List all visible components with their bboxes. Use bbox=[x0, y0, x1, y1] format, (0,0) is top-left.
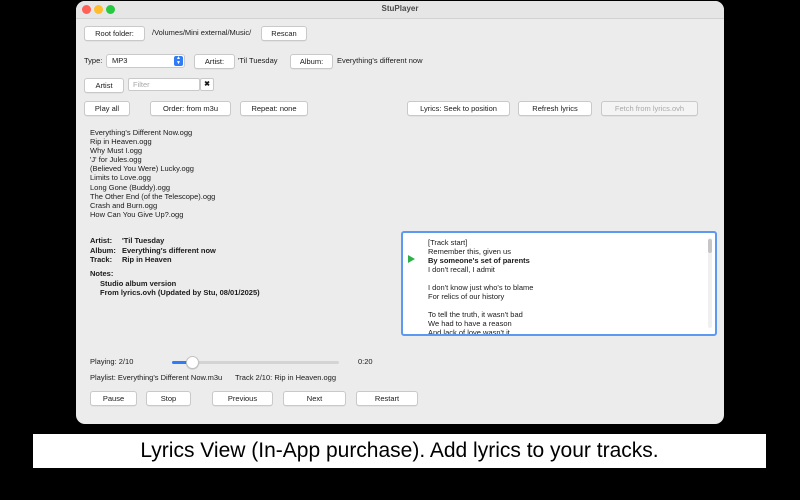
clear-filter-icon[interactable]: ✖ bbox=[200, 78, 214, 91]
lyrics-line[interactable]: I don't know just who's to blame bbox=[428, 283, 533, 292]
up-down-arrows-icon: ▲ ▼ bbox=[174, 56, 183, 66]
app-window: StuPlayer Root folder: /Volumes/Mini ext… bbox=[76, 1, 724, 424]
root-folder-button[interactable]: Root folder: bbox=[84, 26, 145, 41]
lyrics-line[interactable]: And lack of love wasn't it bbox=[428, 328, 533, 334]
info-note-line: From lyrics.ovh (Updated by Stu, 08/01/2… bbox=[100, 288, 260, 297]
title-bar: StuPlayer bbox=[76, 1, 724, 19]
position-slider-knob[interactable] bbox=[186, 356, 200, 369]
info-artist-value: 'Til Tuesday bbox=[122, 236, 165, 245]
repeat-button[interactable]: Repeat: none bbox=[240, 101, 308, 116]
elapsed-time: 0:20 bbox=[358, 357, 373, 366]
lyrics-line[interactable]: To tell the truth, it wasn't bad bbox=[428, 310, 533, 319]
play-all-button[interactable]: Play all bbox=[84, 101, 130, 116]
current-line-play-icon bbox=[408, 255, 415, 263]
selected-album: Everything's different now bbox=[337, 56, 423, 65]
lyrics-line[interactable]: I don't recall, I admit bbox=[428, 265, 533, 274]
filter-mode-artist-button[interactable]: Artist bbox=[84, 78, 124, 93]
lyrics-line[interactable]: Remember this, given us bbox=[428, 247, 533, 256]
playlist-status: Playlist: Everything's Different Now.m3u bbox=[90, 373, 223, 382]
list-item[interactable]: (Believed You Were) Lucky.ogg bbox=[90, 164, 215, 173]
type-select-value: MP3 bbox=[112, 56, 128, 65]
list-item[interactable]: How Can You Give Up?.ogg bbox=[90, 210, 215, 219]
track-status: Track 2/10: Rip in Heaven.ogg bbox=[235, 373, 337, 382]
previous-button[interactable]: Previous bbox=[212, 391, 273, 406]
playing-status: Playing: 2/10 bbox=[90, 357, 134, 366]
lyrics-mode-button[interactable]: Lyrics: Seek to position bbox=[407, 101, 510, 116]
info-notes-label: Notes: bbox=[90, 269, 114, 278]
stop-button[interactable]: Stop bbox=[146, 391, 191, 406]
type-select[interactable]: MP3 ▲ ▼ bbox=[106, 54, 185, 68]
list-item[interactable]: Long Gone (Buddy).ogg bbox=[90, 183, 215, 192]
root-folder-path: /Volumes/Mini external/Music/ bbox=[152, 28, 252, 37]
order-button[interactable]: Order: from m3u bbox=[150, 101, 231, 116]
track-list: Everything's Different Now.ogg Rip in He… bbox=[90, 128, 215, 219]
lyrics-line[interactable] bbox=[428, 301, 533, 310]
filter-input[interactable]: Filter bbox=[128, 78, 200, 91]
list-item[interactable]: The Other End (of the Telescope).ogg bbox=[90, 192, 215, 201]
next-button[interactable]: Next bbox=[283, 391, 346, 406]
lyrics-scrollbar[interactable] bbox=[708, 238, 712, 328]
lyrics-lines: [Track start] Remember this, given us By… bbox=[428, 238, 533, 334]
type-label: Type: bbox=[84, 56, 103, 65]
refresh-lyrics-button[interactable]: Refresh lyrics bbox=[518, 101, 592, 116]
fetch-lyrics-button[interactable]: Fetch from lyrics.ovh bbox=[601, 101, 698, 116]
lyrics-scrollbar-thumb[interactable] bbox=[708, 239, 712, 253]
list-item[interactable]: Limits to Love.ogg bbox=[90, 173, 215, 182]
selected-artist: 'Til Tuesday bbox=[238, 56, 278, 65]
info-track-label: Track: bbox=[90, 255, 113, 264]
window-title: StuPlayer bbox=[381, 4, 419, 13]
lyrics-view[interactable]: [Track start] Remember this, given us By… bbox=[401, 231, 717, 336]
list-item[interactable]: Crash and Burn.ogg bbox=[90, 201, 215, 210]
list-item[interactable]: Rip in Heaven.ogg bbox=[90, 137, 215, 146]
lyrics-line[interactable]: We had to have a reason bbox=[428, 319, 533, 328]
list-item[interactable]: 'J' for Jules.ogg bbox=[90, 155, 215, 164]
lyrics-line-current[interactable]: By someone's set of parents bbox=[428, 256, 533, 265]
info-artist-label: Artist: bbox=[90, 236, 113, 245]
promo-caption: Lyrics View (In-App purchase). Add lyric… bbox=[33, 434, 766, 468]
lyrics-line[interactable] bbox=[428, 274, 533, 283]
rescan-button[interactable]: Rescan bbox=[261, 26, 307, 41]
lyrics-line[interactable]: [Track start] bbox=[428, 238, 533, 247]
artist-select-button[interactable]: Artist: bbox=[194, 54, 235, 69]
lyrics-line[interactable]: For relics of our history bbox=[428, 292, 533, 301]
pause-button[interactable]: Pause bbox=[90, 391, 137, 406]
album-select-button[interactable]: Album: bbox=[290, 54, 333, 69]
restart-button[interactable]: Restart bbox=[356, 391, 418, 406]
list-item[interactable]: Everything's Different Now.ogg bbox=[90, 128, 215, 137]
info-track-value: Rip in Heaven bbox=[122, 255, 172, 264]
list-item[interactable]: Why Must I.ogg bbox=[90, 146, 215, 155]
